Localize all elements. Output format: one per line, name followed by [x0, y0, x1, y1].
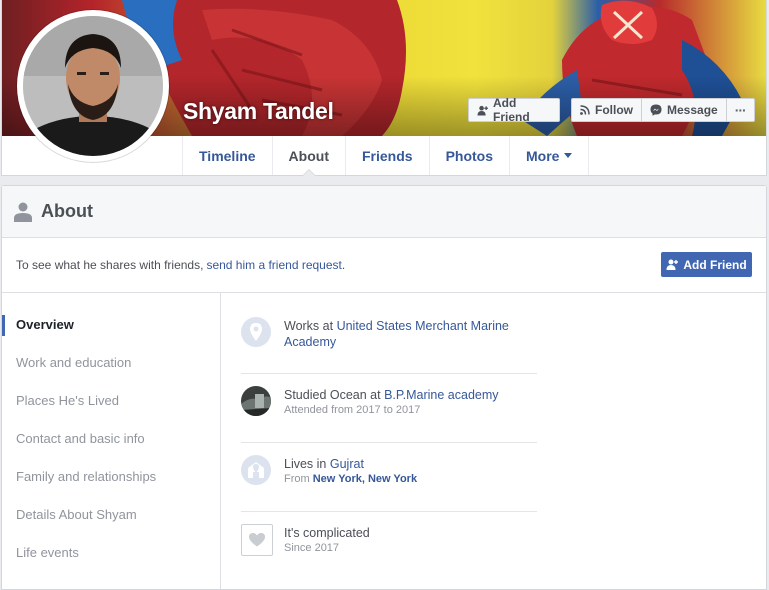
- nav-work-education[interactable]: Work and education: [2, 343, 220, 381]
- add-friend-primary-label: Add Friend: [683, 257, 747, 272]
- nav-contact-info[interactable]: Contact and basic info: [2, 419, 220, 457]
- tab-more[interactable]: More: [509, 136, 590, 175]
- rss-icon: [580, 105, 590, 115]
- school-photo-icon[interactable]: [241, 386, 271, 416]
- relationship-text: It's complicated Since 2017: [284, 524, 370, 556]
- add-friend-primary-button[interactable]: Add Friend: [661, 252, 752, 277]
- friend-request-notice: To see what he shares with friends, send…: [2, 238, 766, 293]
- about-title[interactable]: About: [41, 201, 93, 222]
- lives-city-link[interactable]: Gujrat: [330, 457, 364, 471]
- heart-icon: [249, 533, 265, 547]
- work-text: Works at United States Merchant Marine A…: [284, 317, 537, 350]
- more-options-button[interactable]: ···: [727, 99, 754, 121]
- relationship-status: It's complicated: [284, 526, 370, 540]
- overview-list: Works at United States Merchant Marine A…: [221, 293, 537, 589]
- tab-about[interactable]: About: [271, 136, 345, 176]
- chevron-down-icon: [564, 153, 573, 158]
- education-school-link[interactable]: B.P.Marine academy: [384, 388, 498, 402]
- about-body: Overview Work and education Places He's …: [2, 293, 766, 589]
- nav-places-lived[interactable]: Places He's Lived: [2, 381, 220, 419]
- more-options-icon: ···: [734, 102, 747, 118]
- avatar-photo-icon: [23, 16, 163, 156]
- overview-relationship: It's complicated Since 2017: [241, 512, 537, 581]
- messenger-icon: [650, 104, 662, 116]
- lives-prefix: Lives in: [284, 457, 327, 471]
- notice-text: To see what he shares with friends,: [16, 258, 204, 272]
- hometown-link[interactable]: New York, New York: [313, 473, 417, 485]
- message-button[interactable]: Message: [642, 99, 727, 121]
- tab-photos[interactable]: Photos: [428, 136, 509, 175]
- map-pin-icon: [241, 317, 271, 347]
- education-dates: Attended from 2017 to 2017: [284, 404, 421, 416]
- notice-period: .: [341, 258, 346, 272]
- tab-friends[interactable]: Friends: [344, 136, 429, 175]
- about-header: About: [2, 186, 766, 238]
- overview-education: Studied Ocean at B.P.Marine academy Atte…: [241, 374, 537, 443]
- follow-button[interactable]: Follow: [572, 99, 642, 121]
- overview-work: Works at United States Merchant Marine A…: [241, 305, 537, 374]
- message-label: Message: [667, 103, 718, 117]
- work-prefix: Works at: [284, 319, 334, 333]
- nav-details-about[interactable]: Details About Shyam: [2, 495, 220, 533]
- about-side-nav: Overview Work and education Places He's …: [2, 293, 221, 589]
- profile-header: Shyam Tandel Add Friend Follow Message ·…: [1, 0, 767, 176]
- education-prefix: Studied Ocean at: [284, 388, 381, 402]
- add-friend-button[interactable]: Add Friend: [468, 96, 560, 124]
- profile-name[interactable]: Shyam Tandel: [183, 98, 334, 125]
- profile-actions-group: Follow Message ···: [571, 98, 755, 122]
- profile-picture-frame[interactable]: [17, 10, 169, 162]
- add-friend-icon: [666, 259, 679, 270]
- profile-picture[interactable]: [23, 16, 163, 156]
- send-friend-request-link[interactable]: send him a friend request: [206, 258, 341, 272]
- about-section: About To see what he shares with friends…: [1, 185, 767, 590]
- lives-text: Lives in Gujrat From New York, New York: [284, 455, 417, 487]
- nav-life-events[interactable]: Life events: [2, 533, 220, 571]
- follow-label: Follow: [595, 103, 633, 117]
- tab-timeline[interactable]: Timeline: [182, 136, 272, 175]
- tab-more-label: More: [526, 147, 560, 164]
- person-silhouette-icon: [14, 202, 32, 222]
- add-friend-label: Add Friend: [492, 96, 530, 124]
- profile-tabs: Timeline About Friends Photos More: [182, 136, 590, 176]
- house-pin-icon: [241, 455, 271, 485]
- education-text: Studied Ocean at B.P.Marine academy Atte…: [284, 386, 499, 418]
- lives-from-prefix: From: [284, 473, 310, 485]
- add-friend-icon: [477, 105, 488, 116]
- relationship-icon-box: [241, 524, 273, 556]
- nav-family-relationships[interactable]: Family and relationships: [2, 457, 220, 495]
- relationship-since: Since 2017: [284, 542, 340, 554]
- overview-lives: Lives in Gujrat From New York, New York: [241, 443, 537, 512]
- nav-overview[interactable]: Overview: [2, 305, 220, 343]
- lives-from: From New York, New York: [284, 472, 417, 487]
